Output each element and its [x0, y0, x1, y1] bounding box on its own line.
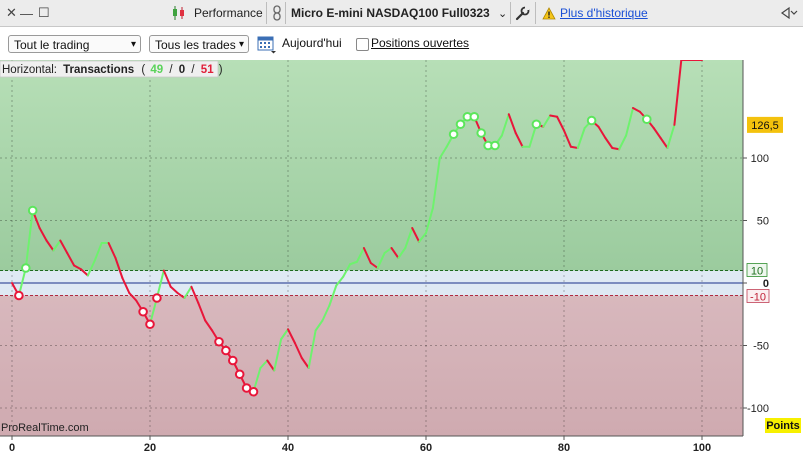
header-close: ) — [219, 64, 223, 76]
last-value-label: 126,5 — [751, 120, 779, 132]
link-chain-icon[interactable] — [272, 0, 282, 26]
y-tick-label: 50 — [757, 216, 769, 228]
loss-marker — [145, 319, 155, 330]
options-menu-icon[interactable] — [780, 0, 798, 26]
open-positions-checkbox[interactable] — [356, 38, 369, 51]
win-marker — [21, 263, 31, 273]
header-slash-1: / — [169, 64, 173, 76]
win-marker — [27, 205, 38, 216]
loss-marker — [228, 355, 238, 366]
chevron-down-icon: ▾ — [130, 39, 136, 50]
win-marker — [469, 111, 480, 122]
y-tick-label: -100 — [747, 403, 769, 415]
watermark: ProRealTime.com — [1, 422, 89, 434]
maximize-window-button[interactable]: ☐ — [38, 0, 50, 26]
window-titlebar: ✕ — ☐ Performance Micro E-mini NASDAQ100… — [0, 0, 803, 27]
minimize-window-button[interactable]: — — [20, 0, 33, 26]
chevron-down-icon[interactable]: ⌄ — [498, 0, 507, 26]
win-marker — [642, 114, 652, 125]
loss-marker — [14, 290, 24, 301]
header-wins: 49 — [150, 64, 163, 76]
date-range-label[interactable]: Aujourd'hui — [282, 36, 342, 50]
win-marker — [455, 119, 466, 130]
loss-marker — [221, 345, 231, 356]
header-slash-2: / — [191, 64, 195, 76]
equity-segment-down — [569, 145, 579, 149]
candlestick-icon — [171, 0, 187, 26]
loss-marker — [214, 336, 224, 347]
trading-scope-value: Tout le trading — [14, 38, 90, 52]
performance-label[interactable]: Performance — [194, 0, 263, 26]
close-window-button[interactable]: ✕ — [6, 0, 17, 26]
win-marker — [448, 129, 459, 140]
open-positions-label[interactable]: Positions ouvertes — [371, 36, 469, 50]
equity-segment-down — [611, 147, 621, 151]
calendar-icon[interactable] — [257, 34, 277, 57]
x-tick-label: 0 — [9, 442, 15, 452]
header-prefix: Horizontal: — [2, 64, 57, 76]
loss-marker — [138, 306, 148, 317]
filter-toolbar: Tout le trading ▾ Tous les trades ▾ Aujo… — [0, 27, 803, 60]
chevron-down-icon: ▾ — [238, 39, 244, 50]
loss-marker — [152, 293, 162, 303]
y-tick-label: 0 — [763, 278, 769, 290]
x-tick-label: 40 — [282, 442, 294, 452]
header-losses: 51 — [201, 64, 214, 76]
loss-marker — [248, 386, 259, 397]
header-open: ( — [141, 64, 145, 76]
y-unit-label: Points — [766, 420, 800, 432]
header-title: Transactions — [63, 64, 134, 76]
x-tick-label: 60 — [420, 442, 432, 452]
win-marker — [586, 115, 597, 126]
instrument-selector[interactable]: Micro E-mini NASDAQ100 Full0323 — [291, 0, 490, 26]
y-tick-label: 100 — [751, 153, 769, 165]
trades-filter-value: Tous les trades — [155, 38, 236, 52]
positive-zone — [0, 60, 743, 271]
y-tick-label: -50 — [753, 341, 769, 353]
trading-scope-select[interactable]: Tout le trading ▾ — [8, 35, 141, 53]
warning-icon — [542, 0, 556, 26]
upper-band-label: 10 — [751, 266, 763, 278]
chart-header: Horizontal: Transactions ( 49 / 0 / 51 ) — [0, 60, 223, 78]
x-tick-label: 80 — [558, 442, 570, 452]
win-marker — [531, 119, 542, 130]
win-marker — [490, 140, 500, 151]
loss-marker — [234, 369, 245, 380]
trades-filter-select[interactable]: Tous les trades ▾ — [149, 35, 249, 53]
header-neutral: 0 — [179, 64, 185, 76]
performance-chart: 0 20 40 60 80 100 100 50 0 -50 -100 10 -10 126,5 Point… — [0, 60, 801, 452]
negative-zone — [0, 295, 743, 436]
more-history-link[interactable]: Plus d'historique — [560, 0, 648, 26]
x-tick-label: 20 — [144, 442, 156, 452]
lower-band-label: -10 — [750, 292, 766, 304]
wrench-icon[interactable] — [515, 0, 530, 26]
win-marker — [476, 128, 487, 138]
x-tick-label: 100 — [693, 442, 711, 452]
equity-segment-down — [549, 114, 559, 118]
